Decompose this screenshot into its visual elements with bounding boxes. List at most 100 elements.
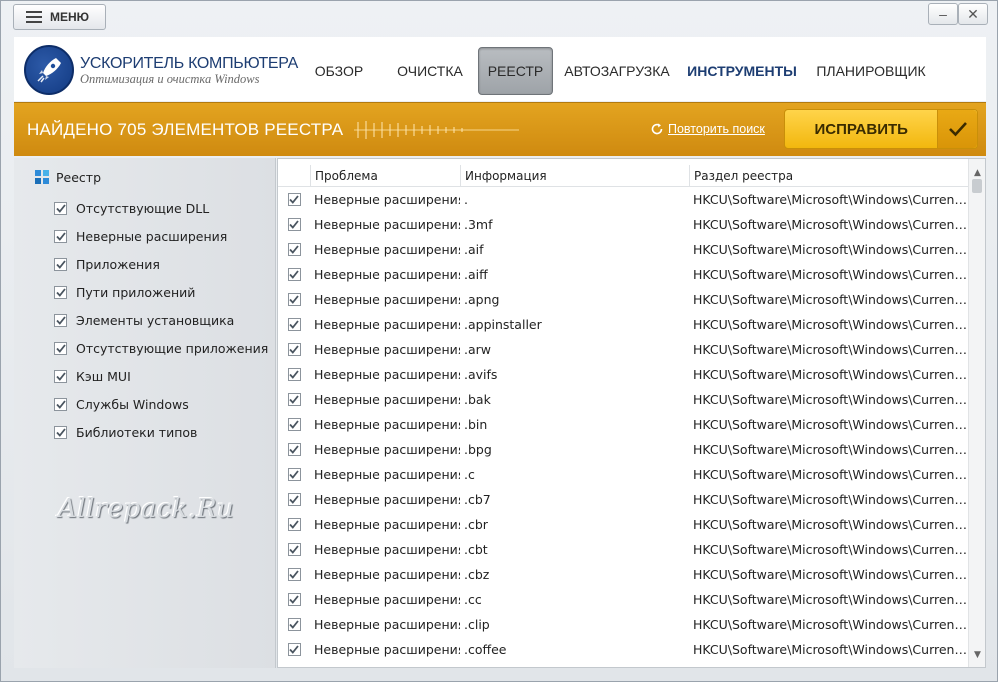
cell-info: .cbr (464, 517, 488, 532)
check-icon (55, 343, 66, 353)
checkbox[interactable] (287, 318, 301, 331)
table-row[interactable]: Неверные расширения .aiff HKCU\Software\Mi… (278, 262, 968, 287)
checkbox[interactable] (54, 313, 67, 327)
table-row[interactable]: Неверные расширения .cbz HKCU\Software\Mic… (278, 562, 968, 587)
table-row[interactable]: Неверные расширения .cb7 HKCU\Software\Mic… (278, 487, 968, 512)
checkbox[interactable] (54, 397, 67, 411)
tree-root-registry[interactable]: Реестр (34, 169, 101, 185)
menu-button[interactable]: МЕНЮ (13, 4, 106, 30)
checkbox[interactable] (287, 493, 301, 506)
checkbox[interactable] (287, 243, 301, 256)
check-icon (289, 495, 299, 504)
checkbox[interactable] (287, 518, 301, 531)
cell-problem: Неверные расширения (314, 617, 460, 632)
check-icon (289, 620, 299, 629)
cell-problem: Неверные расширения (314, 517, 460, 532)
checkbox[interactable] (287, 643, 301, 656)
checkbox[interactable] (287, 618, 301, 631)
table-row[interactable]: Неверные расширения. HKCU\Software\Micros… (278, 187, 968, 212)
table-row[interactable]: Неверные расширения .cbr HKCU\Software\Mic… (278, 512, 968, 537)
cell-info: .bin (464, 417, 488, 432)
category-label: Пути приложений (76, 284, 196, 300)
checkbox[interactable] (287, 593, 301, 606)
category-item[interactable]: Службы Windows (54, 390, 268, 418)
table-row[interactable]: Неверные расширения .coffee HKCU\Software\… (278, 637, 968, 662)
vertical-scrollbar[interactable]: ▲ ▼ (968, 159, 985, 667)
category-label: Неверные расширения (76, 228, 228, 244)
checkbox[interactable] (287, 368, 301, 381)
category-item[interactable]: Элементы установщика (54, 306, 268, 334)
header-problem[interactable]: Проблема (310, 165, 460, 186)
repeat-search-link[interactable]: Повторить поиск (650, 122, 765, 136)
scroll-down-icon[interactable]: ▼ (969, 647, 985, 663)
check-icon (55, 203, 66, 213)
checkbox[interactable] (54, 425, 67, 439)
table-row[interactable]: Неверные расширения .bpg HKCU\Software\Mic… (278, 437, 968, 462)
checkbox[interactable] (287, 193, 301, 206)
category-item[interactable]: Неверные расширения (54, 222, 268, 250)
checkbox[interactable] (287, 568, 301, 581)
table-row[interactable]: Неверные расширения .appinstaller HKCU\Sof… (278, 312, 968, 337)
table-row[interactable]: Неверные расширения .cbt HKCU\Software\Mic… (278, 537, 968, 562)
checkbox[interactable] (54, 369, 67, 383)
close-button[interactable]: ✕ (958, 3, 988, 25)
table-row[interactable]: Неверные расширения .apng HKCU\Software\Mi… (278, 287, 968, 312)
checkbox[interactable] (287, 443, 301, 456)
table-row[interactable]: Неверные расширения .clip HKCU\Software\Mi… (278, 612, 968, 637)
checkbox[interactable] (287, 393, 301, 406)
tab-scheduler[interactable]: ПЛАНИРОВЩИК (812, 47, 930, 95)
cell-section: HKCU\Software\Microsoft\Windows\Current.… (693, 492, 968, 507)
checkbox[interactable] (54, 341, 67, 355)
checkbox[interactable] (287, 268, 301, 281)
category-item[interactable]: Отсутствующие DLL (54, 194, 268, 222)
cell-problem: Неверные расширения (314, 467, 460, 482)
category-label: Библиотеки типов (76, 424, 198, 440)
table-row[interactable]: Неверные расширения .aif HKCU\Software\Mic… (278, 237, 968, 262)
cell-problem: Неверные расширения (314, 192, 460, 207)
header-section[interactable]: Раздел реестра (689, 165, 968, 186)
tab-startup[interactable]: АВТОЗАГРУЗКА (559, 47, 675, 95)
checkbox[interactable] (287, 418, 301, 431)
checkbox[interactable] (287, 293, 301, 306)
checkbox[interactable] (54, 257, 67, 271)
table-row[interactable]: Неверные расширения .bak HKCU\Software\Mic… (278, 387, 968, 412)
table-row[interactable]: Неверные расширения .c HKCU\Software\Micro… (278, 462, 968, 487)
row-checkbox-cell (278, 243, 310, 256)
cell-problem: Неверные расширения (314, 642, 460, 657)
table-row[interactable]: Неверные расширения .arw HKCU\Software\Mic… (278, 337, 968, 362)
checkbox[interactable] (54, 285, 67, 299)
tab-registry[interactable]: РЕЕСТР (478, 47, 553, 95)
checkbox[interactable] (287, 218, 301, 231)
scroll-thumb[interactable] (972, 179, 982, 193)
watermark: Allrepack.Ru (58, 494, 235, 524)
fix-button[interactable]: ИСПРАВИТЬ (784, 109, 978, 149)
category-item[interactable]: Отсутствующие приложения (54, 334, 268, 362)
table-row[interactable]: Неверные расширения .cc HKCU\Software\Micr… (278, 587, 968, 612)
table-row[interactable]: Неверные расширения .3mf HKCU\Software\Mic… (278, 212, 968, 237)
checkbox[interactable] (54, 229, 67, 243)
checkbox[interactable] (287, 343, 301, 356)
cell-info: .arw (464, 342, 491, 357)
row-checkbox-cell (278, 393, 310, 406)
category-item[interactable]: Приложения (54, 250, 268, 278)
table-row[interactable]: Неверные расширения .bin HKCU\Software\Mic… (278, 412, 968, 437)
tab-tools[interactable]: ИНСТРУМЕНТЫ (684, 47, 800, 95)
check-icon (289, 370, 299, 379)
checkbox[interactable] (287, 543, 301, 556)
category-item[interactable]: Библиотеки типов (54, 418, 268, 446)
table-row[interactable]: Неверные расширения .avifs HKCU\Software\M… (278, 362, 968, 387)
tab-cleanup[interactable]: ОЧИСТКА (389, 47, 471, 95)
checkbox[interactable] (54, 201, 67, 215)
cell-problem: Неверные расширения (314, 417, 460, 432)
hamburger-icon (26, 11, 42, 23)
category-item[interactable]: Пути приложений (54, 278, 268, 306)
tab-overview[interactable]: ОБЗОР (304, 47, 374, 95)
checkmark-icon (937, 110, 977, 148)
minimize-button[interactable]: – (928, 3, 958, 25)
cell-problem: Неверные расширения (314, 217, 460, 232)
checkbox[interactable] (287, 468, 301, 481)
category-label: Отсутствующие DLL (76, 200, 210, 216)
check-icon (55, 287, 66, 297)
category-item[interactable]: Кэш MUI (54, 362, 268, 390)
header-info[interactable]: Информация (460, 165, 689, 186)
